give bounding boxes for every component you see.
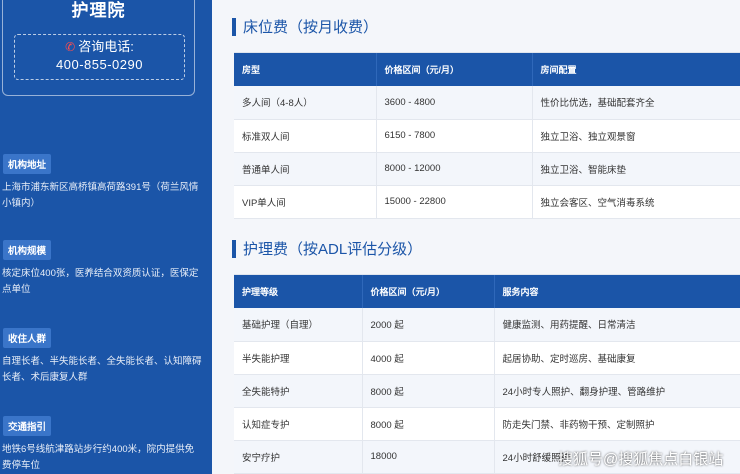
address-section: 机构地址 上海市浦东新区高桥镇高荷路391号（荷兰风情小镇内） [0,154,212,212]
table-cell: 普通单人间 [234,152,377,186]
column-header: 护理等级 [234,275,363,308]
brand-card: 护理院 ✆ 咨询电话: 400-855-0290 [2,0,195,96]
care-fee-heading: 护理费（按ADL评估分级） [232,238,422,259]
address-text: 上海市浦东新区高桥镇高荷路391号（荷兰风情小镇内） [2,182,199,209]
table-cell: 性价比优选，基础配套齐全 [532,86,740,120]
table-row: 半失能护理 4000 起 起居协助、定时巡房、基础康复 [234,341,740,375]
table-cell: 全失能特护 [234,374,363,408]
table-cell: 2000 起 [362,308,495,342]
table-cell: 18000 [362,440,495,474]
heading-bar [232,239,236,258]
table-cell: 安宁疗护 [234,440,363,474]
phone-label-row: ✆ 咨询电话: [15,38,184,56]
table-cell: 8000 起 [362,407,495,441]
residents-section: 收住人群 自理长者、半失能长者、全失能长者、认知障碍长者、术后康复人群 [0,328,212,386]
table-cell: VIP单人间 [234,185,377,219]
table-row: VIP单人间 15000 - 22800 独立会客区、空气消毒系统 [234,185,740,219]
table-cell: 独立卫浴、智能床垫 [532,152,740,186]
table-cell: 24小时专人照护、翻身护理、管路维护 [494,374,740,408]
phone-icon: ✆ [65,40,76,54]
table-cell: 6150 - 7800 [376,119,533,153]
care-fee-table: 护理等级 价格区间（元/月） 服务内容 基础护理（自理） 2000 起 健康监测… [234,274,740,474]
transport-text: 地铁6号线航津路站步行约400米，院内提供免费停车位 [2,444,195,471]
brand-title: 护理院 [71,1,126,20]
table-row: 标准双人间 6150 - 7800 独立卫浴、独立观景窗 [234,119,740,153]
scale-tag: 机构规模 [3,240,52,260]
table-row: 多人间（4-8人） 3600 - 4800 性价比优选，基础配套齐全 [234,86,740,120]
consult-phone[interactable]: ✆ 咨询电话: 400-855-0290 [14,34,185,80]
watermark: 搜狐号@搜狐焦点白银站 [558,451,724,468]
transport-tag: 交通指引 [3,416,52,436]
scale-section: 机构规模 核定床位400张，医养结合双资质认证，医保定点单位 [0,240,212,298]
table-cell: 独立会客区、空气消毒系统 [532,185,740,219]
table-cell: 标准双人间 [234,119,377,153]
column-header: 价格区间（元/月） [376,53,533,86]
address-tag: 机构地址 [3,154,52,174]
column-header: 房间配置 [532,53,740,86]
residents-text: 自理长者、半失能长者、全失能长者、认知障碍长者、术后康复人群 [2,356,202,383]
table-cell: 多人间（4-8人） [234,86,377,120]
table-cell: 8000 - 12000 [376,152,533,186]
transport-section: 交通指引 地铁6号线航津路站步行约400米，院内提供免费停车位 [0,416,212,474]
table-cell: 起居协助、定时巡房、基础康复 [494,341,740,375]
table-cell: 健康监测、用药提醒、日常清洁 [494,308,740,342]
phone-label: 咨询电话: [78,39,134,54]
table-row: 基础护理（自理） 2000 起 健康监测、用药提醒、日常清洁 [234,308,740,342]
table-cell: 15000 - 22800 [376,185,533,219]
table-cell: 独立卫浴、独立观景窗 [532,119,740,153]
residents-tag: 收住人群 [3,328,52,348]
bed-fee-title: 床位费（按月收费） [243,19,379,36]
table-row: 认知症专护 8000 起 防走失门禁、非药物干预、定制照护 [234,407,740,441]
column-header: 服务内容 [494,275,740,308]
table-cell: 防走失门禁、非药物干预、定制照护 [494,407,740,441]
column-header: 价格区间（元/月） [362,275,495,308]
phone-number[interactable]: 400-855-0290 [15,56,184,74]
table-cell: 4000 起 [362,341,495,375]
table-cell: 3600 - 4800 [376,86,533,120]
table-cell: 基础护理（自理） [234,308,363,342]
table-row: 普通单人间 8000 - 12000 独立卫浴、智能床垫 [234,152,740,186]
table-header-row: 房型 价格区间（元/月） 房间配置 [234,53,740,86]
bed-fee-heading: 床位费（按月收费） [232,16,378,37]
table-header-row: 护理等级 价格区间（元/月） 服务内容 [234,275,740,308]
heading-bar [232,17,236,36]
bed-fee-table: 房型 价格区间（元/月） 房间配置 多人间（4-8人） 3600 - 4800 … [234,52,740,219]
main-content: 床位费（按月收费） 房型 价格区间（元/月） 房间配置 多人间（4-8人） 36… [212,0,740,474]
table-cell: 8000 起 [362,374,495,408]
table-row: 全失能特护 8000 起 24小时专人照护、翻身护理、管路维护 [234,374,740,408]
sidebar: 护理院 ✆ 咨询电话: 400-855-0290 机构地址 上海市浦东新区高桥镇高… [0,0,212,474]
scale-text: 核定床位400张，医养结合双资质认证，医保定点单位 [2,268,199,295]
column-header: 房型 [234,53,377,86]
table-cell: 认知症专护 [234,407,363,441]
table-cell: 半失能护理 [234,341,363,375]
care-fee-title: 护理费（按ADL评估分级） [243,241,423,258]
